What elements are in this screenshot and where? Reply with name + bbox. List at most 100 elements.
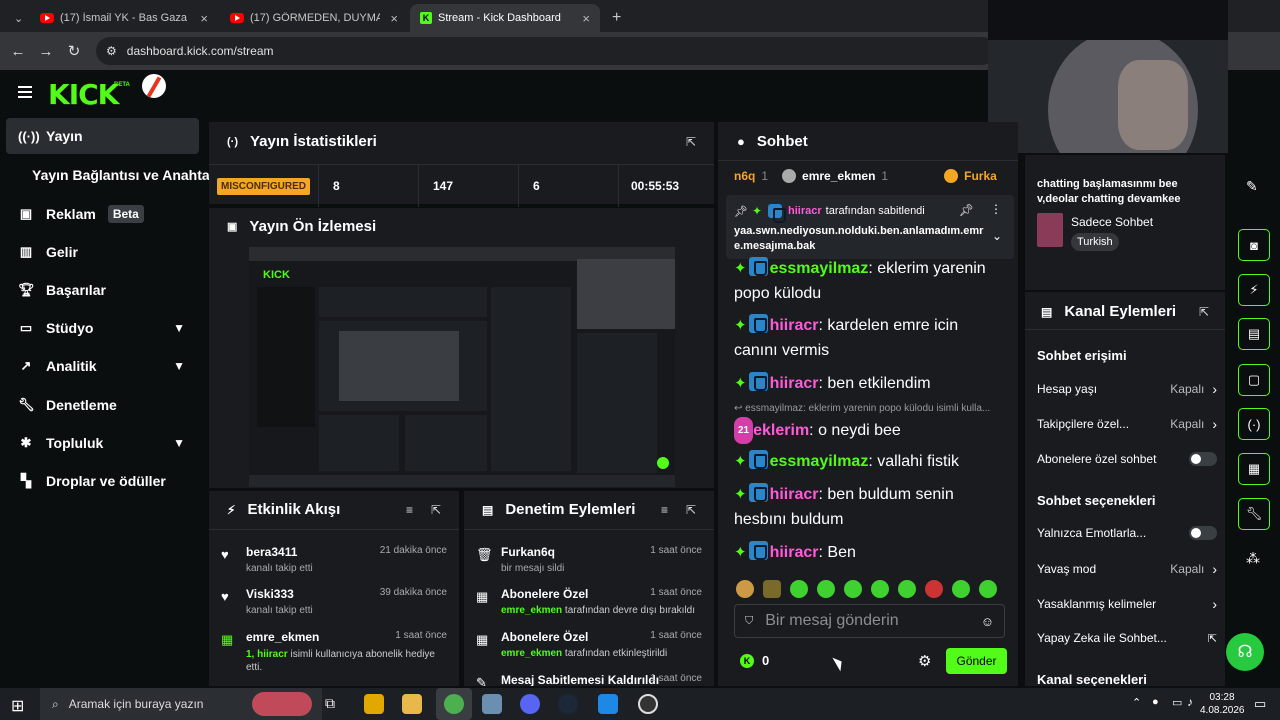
emote-icon[interactable] (817, 580, 835, 598)
lightning-icon[interactable]: ⚡︎ (1238, 274, 1270, 306)
chat-message[interactable]: ✦ hiiracr: ben etkilendim (734, 371, 1004, 396)
filter-icon[interactable]: ≡ (406, 503, 413, 517)
camera-icon[interactable]: ◙ (1238, 229, 1270, 261)
expand-icon[interactable]: ⇱ (1199, 305, 1209, 319)
network-icon[interactable]: ▭ (1172, 696, 1182, 709)
tray-chevron-up-icon[interactable]: ⌃ (1132, 696, 1141, 709)
chat-username[interactable]: hiiracr (770, 375, 819, 392)
chat-username[interactable]: eklerim (753, 422, 809, 439)
forward-icon[interactable]: → (32, 43, 60, 60)
setting-banned-words[interactable]: Yasaklanmış kelimeler › (1037, 596, 1217, 612)
expand-icon[interactable]: ⇱ (686, 503, 696, 517)
obs-icon[interactable] (638, 694, 658, 714)
category-thumbnail[interactable] (1037, 213, 1063, 247)
sidebar-item-basarilar[interactable]: 🏆︎ Başarılar (6, 272, 199, 308)
emote-icon[interactable] (979, 580, 997, 598)
menu-icon[interactable] (18, 86, 32, 98)
emote-icon[interactable] (736, 580, 754, 598)
top-user-name[interactable]: emre_ekmen (802, 169, 875, 183)
emotes-only-toggle[interactable] (1189, 526, 1217, 540)
broadcast-icon[interactable]: (·) (1238, 408, 1270, 440)
chat-username[interactable]: hiiracr (770, 544, 819, 561)
chevron-down-icon[interactable]: ⌄ (992, 229, 1002, 243)
emote-icon[interactable] (763, 580, 781, 598)
browser-tab-3[interactable]: K Stream - Kick Dashboard × (410, 4, 600, 32)
taskbar-search[interactable]: ⌕ Aramak için buraya yazın (40, 688, 322, 720)
sidebar-item-reklam[interactable]: ▣ Reklam Beta (6, 196, 199, 232)
chat-reply-context[interactable]: ↩ essmayilmaz: eklerim yarenin popo külo… (734, 403, 1004, 414)
support-chat-button[interactable]: ☊ (1226, 633, 1264, 671)
windows-start-icon[interactable]: ⊞ (11, 696, 24, 716)
steam-icon[interactable] (558, 694, 578, 714)
chat-message[interactable]: 21 eklerim: o neydi bee (734, 417, 1004, 444)
edit-pencil-icon[interactable]: ✎ (1246, 178, 1258, 195)
file-explorer-icon[interactable] (402, 694, 422, 714)
apps-icon[interactable]: ⁂ (1246, 550, 1260, 567)
new-tab-button[interactable]: + (602, 4, 626, 32)
microphone-icon[interactable]: ● (1152, 696, 1159, 708)
chat-message[interactable]: ✦ essmayilmaz: vallahi fistik (734, 449, 1004, 474)
setting-slow-mode[interactable]: Yavaş mod Kapalı › (1037, 561, 1217, 577)
sidebar-item-droplar[interactable]: ▚ Droplar ve ödüller (6, 463, 199, 499)
chat-message[interactable]: ✦ hiiracr: Ben (734, 540, 1004, 565)
expand-icon[interactable]: ⇱ (431, 503, 441, 517)
emote-icon[interactable] (925, 580, 943, 598)
notes-icon[interactable]: ▤ (1238, 318, 1270, 350)
reload-icon[interactable]: ↻ (60, 42, 88, 60)
settings-gear-icon[interactable]: ⚙ (918, 652, 931, 670)
browser-tab-1[interactable]: (17) İsmail YK - Bas Gaza (Offici × (30, 4, 218, 32)
discord-icon[interactable] (520, 694, 540, 714)
subscribers-only-toggle[interactable] (1189, 452, 1217, 466)
close-icon[interactable]: × (390, 11, 398, 26)
send-button[interactable]: Gönder (946, 648, 1007, 674)
back-icon[interactable]: ← (4, 43, 32, 60)
app-icon[interactable] (598, 694, 618, 714)
unpin-icon[interactable]: 📌︎ (959, 203, 974, 217)
emote-icon[interactable] (898, 580, 916, 598)
chat-input[interactable]: ⛉ Bir mesaj gönderin ☺ (734, 604, 1005, 638)
wrench-icon[interactable]: 🔧︎ (1238, 498, 1270, 530)
shield-icon[interactable]: ⛉ (745, 615, 753, 628)
emote-icon[interactable] (952, 580, 970, 598)
sidebar-item-yayin[interactable]: ((·)) Yayın (6, 118, 199, 154)
chat-message[interactable]: ✦ essmayilmaz: eklerim yarenin popo külod… (734, 256, 1004, 306)
pinned-message[interactable]: 📌︎ ✦ hiiracr tarafından sabitlendi 📌︎ ⋮ … (726, 195, 1014, 259)
chat-icon[interactable]: ▢ (1238, 364, 1270, 396)
chat-username[interactable]: hiiracr (770, 317, 819, 334)
stream-preview-video[interactable]: KICK (249, 247, 675, 487)
setting-followers-only[interactable]: Takipçilere özel... Kapalı › (1037, 416, 1217, 432)
chat-username[interactable]: essmayilmaz (770, 260, 869, 277)
app-icon[interactable] (482, 694, 502, 714)
emote-icon[interactable] (871, 580, 889, 598)
setting-ai-moderation[interactable]: Yapay Zeka ile Sohbet... ⇱ (1037, 631, 1217, 645)
tab-search-menu[interactable]: ⌄ (4, 4, 28, 32)
top-user-name[interactable]: Furka (964, 169, 997, 183)
notifications-icon[interactable]: ▭ (1254, 696, 1266, 712)
app-icon[interactable] (364, 694, 384, 714)
site-info-icon[interactable]: ⚙ (106, 44, 117, 58)
emote-icon[interactable] (844, 580, 862, 598)
category-name[interactable]: Sadece Sohbet (1071, 215, 1153, 229)
address-bar[interactable]: ⚙ dashboard.kick.com/stream (96, 37, 996, 65)
setting-account-age[interactable]: Hesap yaşı Kapalı › (1037, 381, 1217, 397)
taskbar-clock[interactable]: 03:28 4.08.2026 (1200, 691, 1245, 717)
volume-icon[interactable]: ♪ (1187, 695, 1193, 709)
kick-logo[interactable]: KICK (48, 78, 119, 111)
emoji-icon[interactable]: ☺ (981, 614, 994, 629)
sidebar-item-analitik[interactable]: ↗ Analitik ▼ (6, 348, 199, 384)
emote-icon[interactable] (790, 580, 808, 598)
sidebar-item-denetleme[interactable]: 🔧︎ Denetleme (6, 387, 199, 423)
chat-message[interactable]: ✦ hiiracr: kardelen emre icin canını verm… (734, 313, 1004, 363)
filter-icon[interactable]: ≡ (661, 503, 668, 517)
expand-icon[interactable]: ⇱ (686, 135, 696, 149)
more-options-icon[interactable]: ⋮ (990, 202, 1002, 216)
channel-avatar[interactable] (142, 74, 166, 98)
sidebar-item-stream-key[interactable]: Yayın Bağlantısı ve Anahtarı (20, 157, 219, 193)
browser-tab-2[interactable]: (17) GÖRMEDEN, DUYMADAN × (220, 4, 408, 32)
top-user-name[interactable]: n6q (734, 169, 755, 183)
chat-message[interactable]: ✦ hiiracr: ben buldum senin hesbını buldu… (734, 482, 1004, 532)
task-view-icon[interactable]: ⧉ (325, 695, 335, 712)
kicks-balance[interactable]: K 0 (740, 653, 769, 668)
chat-username[interactable]: hiiracr (770, 486, 819, 503)
pinned-by-user[interactable]: hiiracr (788, 205, 822, 217)
